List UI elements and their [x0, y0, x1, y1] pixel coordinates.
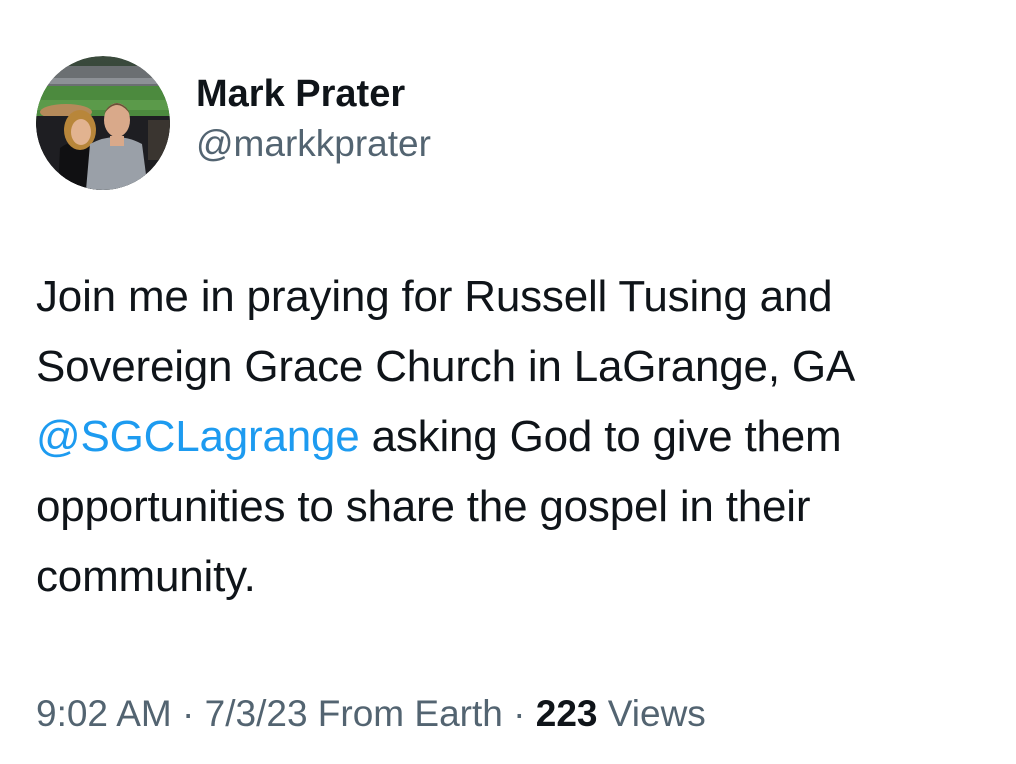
- author-names: Mark Prater @markkprater: [196, 70, 431, 170]
- view-count[interactable]: 223: [536, 693, 598, 734]
- author-display-name[interactable]: Mark Prater: [196, 70, 431, 118]
- tweet-date[interactable]: 7/3/23: [205, 693, 308, 734]
- tweet-source: From Earth: [307, 693, 503, 734]
- mention-link[interactable]: @SGCLagrange: [36, 412, 360, 461]
- tweet-text-part: Join me in praying for Russell Tusing an…: [36, 272, 853, 391]
- tweet-metadata: 9:02 AM · 7/3/23 From Earth · 223 Views: [36, 688, 706, 740]
- author-handle[interactable]: @markkprater: [196, 118, 431, 170]
- avatar[interactable]: [36, 56, 170, 190]
- views-label[interactable]: Views: [597, 693, 706, 734]
- separator-dot: ·: [171, 693, 205, 734]
- separator-dot: ·: [502, 693, 536, 734]
- tweet-time[interactable]: 9:02 AM: [36, 693, 172, 734]
- tweet-card: Mark Prater @markkprater Join me in pray…: [0, 0, 1016, 764]
- tweet-header: Mark Prater @markkprater: [36, 56, 431, 190]
- tweet-text: Join me in praying for Russell Tusing an…: [36, 262, 996, 612]
